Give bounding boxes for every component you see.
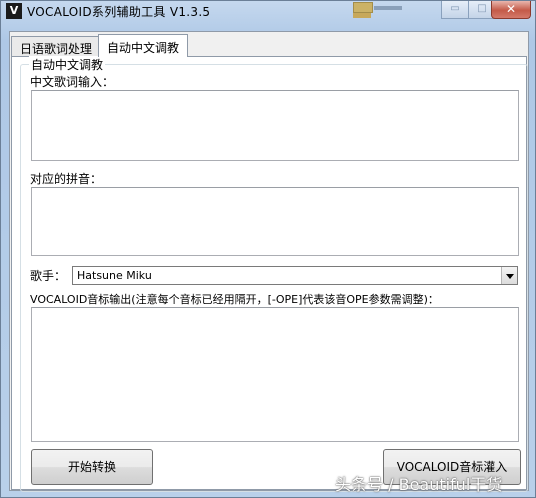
singer-selected-value: Hatsune Miku [77,269,152,282]
app-window: V VOCALOID系列辅助工具 V1.3.5 ▭ □ ✕ 日语歌词处理 自动中… [0,0,536,498]
chevron-down-icon[interactable] [501,267,517,284]
close-button[interactable]: ✕ [491,1,531,19]
background-desktop-icon [347,1,405,19]
minimize-button[interactable]: ▭ [441,1,469,19]
tab-japanese-lyrics[interactable]: 日语歌词处理 [11,36,102,56]
pinyin-label: 对应的拼音： [30,172,103,186]
minimize-icon: ▭ [450,3,460,14]
chinese-lyrics-input[interactable] [31,90,519,161]
title-bar[interactable]: V VOCALOID系列辅助工具 V1.3.5 ▭ □ ✕ [1,1,535,21]
pinyin-input[interactable] [31,187,519,256]
singer-select[interactable]: Hatsune Miku [72,266,518,285]
app-icon: V [6,3,22,19]
start-convert-button[interactable]: 开始转换 [31,449,153,485]
watermark: 头条号 / Beautiful干货 [335,475,503,494]
singer-label: 歌手： [30,269,67,283]
group-title: 自动中文调教 [29,56,106,73]
tab-auto-chinese-tuning[interactable]: 自动中文调教 [98,34,189,57]
window-title: VOCALOID系列辅助工具 V1.3.5 [27,5,211,19]
close-icon: ✕ [505,2,517,16]
phoneme-output-area[interactable] [31,307,519,442]
output-label: VOCALOID音标输出(注意每个音标已经用隔开，[-OPE]代表该音OPE参数… [30,293,439,306]
chinese-lyrics-label: 中文歌词输入： [30,75,115,89]
